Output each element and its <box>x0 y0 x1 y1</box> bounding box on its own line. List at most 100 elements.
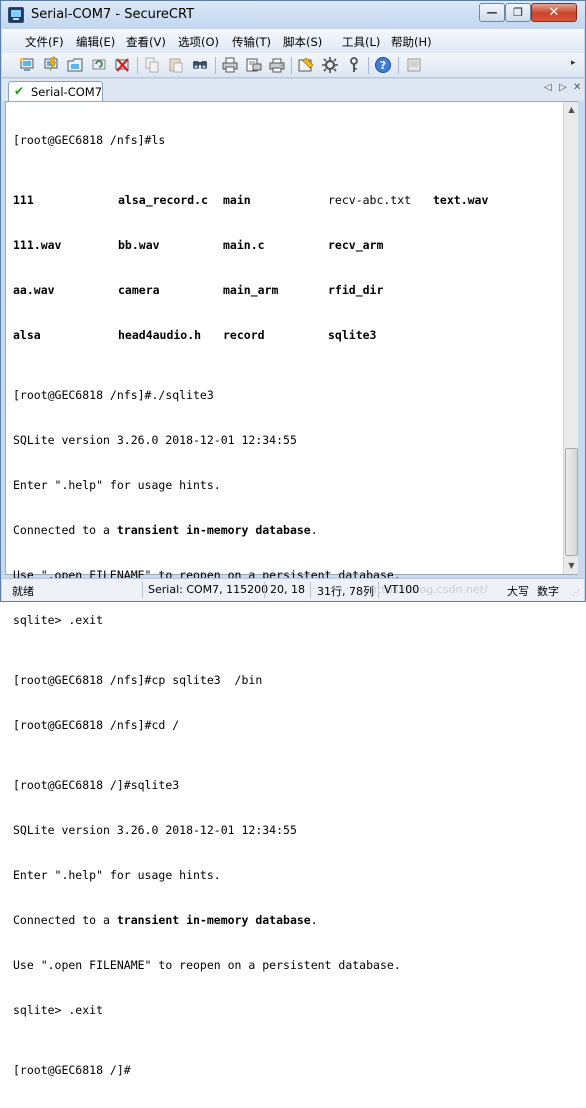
toolbar: ? ▸ <box>2 53 584 78</box>
menu-file[interactable]: 文件(F) <box>25 34 64 50</box>
disconnect-icon[interactable] <box>113 56 131 74</box>
status-bar: 就绪 Serial: COM7, 115200 20, 18 31行, 78列 … <box>2 578 584 601</box>
print-setup-icon[interactable] <box>245 56 263 74</box>
status-size: 31行, 78列 <box>317 585 374 598</box>
print-screen-icon[interactable] <box>268 56 286 74</box>
terminal-line: Connected to a transient in-memory datab… <box>13 523 559 538</box>
terminal-prompt-line[interactable]: [root@GEC6818 /]# <box>13 1063 559 1078</box>
toolbar-separator <box>398 57 399 74</box>
status-caps: 大写 <box>507 585 529 598</box>
terminal-area[interactable]: [root@GEC6818 /nfs]#ls 111 alsa_record.c m… <box>5 101 578 1077</box>
period-text: . <box>310 913 318 927</box>
print-icon[interactable] <box>221 56 239 74</box>
toolbar-separator <box>291 57 292 74</box>
session-options-icon[interactable] <box>297 56 315 74</box>
securecrt-app-icon[interactable] <box>8 7 24 23</box>
ls-entry: text.wav <box>433 193 489 207</box>
sftp-icon[interactable] <box>405 56 423 74</box>
ls-entry: main.c <box>223 238 265 252</box>
keymap-icon[interactable] <box>345 56 363 74</box>
ls-entry: alsa_record.c <box>118 193 209 207</box>
ls-entry: 111 <box>13 193 34 207</box>
terminal-output[interactable]: [root@GEC6818 /nfs]#ls 111 alsa_record.c m… <box>13 103 559 1077</box>
ls-entry: head4audio.h <box>118 328 202 342</box>
ls-entry: aa.wav <box>13 283 55 297</box>
scroll-down-icon[interactable]: ▼ <box>565 558 578 573</box>
terminal-line: sqlite> .exit <box>13 1003 104 1017</box>
minimize-button[interactable]: — <box>479 3 505 22</box>
connected-check-icon: ✔ <box>14 84 25 98</box>
status-state: 就绪 <box>12 585 34 598</box>
find-icon[interactable] <box>191 56 209 74</box>
ls-output-row: 111.wav bb.wav main.c recv_arm <box>13 238 559 253</box>
status-connection: Serial: COM7, 115200 <box>148 583 269 596</box>
terminal-line: [root@GEC6818 /nfs]#cd / <box>13 718 180 732</box>
tab-serial-com7[interactable]: ✔ Serial-COM7 <box>8 81 103 101</box>
toolbar-separator <box>368 57 369 74</box>
menu-transfer[interactable]: 传输(T) <box>232 34 271 50</box>
status-separator <box>310 582 311 598</box>
status-separator <box>264 582 265 598</box>
minimize-icon: — <box>486 6 498 19</box>
help-icon[interactable]: ? <box>374 56 392 74</box>
menu-bar: 文件(F) 编辑(E) 查看(V) 选项(O) 传输(T) 脚本(S) 工具(L… <box>2 29 584 53</box>
menu-edit[interactable]: 编辑(E) <box>76 34 115 50</box>
tab-label: Serial-COM7 <box>31 85 103 99</box>
terminal-line: sqlite> .exit <box>13 613 104 627</box>
tab-next-icon[interactable]: ▷ <box>559 82 567 93</box>
transient-db-text: transient in-memory database <box>116 523 311 537</box>
toolbar-separator <box>137 57 138 74</box>
terminal-line: SQLite version 3.26.0 2018-12-01 12:34:5… <box>13 433 297 447</box>
connected-text: Connected to a <box>13 913 117 927</box>
vertical-scrollbar[interactable]: ▲ ▼ <box>563 102 578 574</box>
copy-icon[interactable] <box>143 56 161 74</box>
terminal-line: Enter ".help" for usage hints. <box>13 868 221 882</box>
maximize-icon: ❐ <box>513 6 523 19</box>
status-cursor: 20, 18 <box>270 583 305 596</box>
terminal-line: [root@GEC6818 /nfs]#./sqlite3 <box>13 388 214 402</box>
resize-grip-icon[interactable]: ⋰ <box>572 588 582 598</box>
ls-entry: recv_arm <box>328 238 384 252</box>
ls-entry: alsa <box>13 328 41 342</box>
terminal-line: Use ".open FILENAME" to reopen on a pers… <box>13 958 401 972</box>
menu-tools[interactable]: 工具(L) <box>342 34 380 50</box>
status-terminal: VT100 <box>384 583 420 596</box>
ls-output-row: 111 alsa_record.c main recv-abc.txt text.wav <box>13 193 559 208</box>
terminal-line: SQLite version 3.26.0 2018-12-01 12:34:5… <box>13 823 297 837</box>
status-num: 数字 <box>537 585 559 598</box>
ls-output-row: aa.wav camera main_arm rfid_dir <box>13 283 559 298</box>
scrollbar-thumb[interactable] <box>565 448 578 556</box>
transient-db-text: transient in-memory database <box>116 913 311 927</box>
title-bar[interactable]: Serial-COM7 - SecureCRT — ❐ ✕ <box>1 1 585 29</box>
tab-close-icon[interactable]: ✕ <box>573 82 581 93</box>
terminal-line: [root@GEC6818 /]#sqlite3 <box>13 778 180 792</box>
maximize-button[interactable]: ❐ <box>505 3 531 22</box>
menu-options[interactable]: 选项(O) <box>178 34 219 50</box>
ls-entry: record <box>223 328 265 342</box>
scroll-up-icon[interactable]: ▲ <box>565 102 578 117</box>
menu-script[interactable]: 脚本(S) <box>283 34 322 50</box>
ls-entry: bb.wav <box>118 238 160 252</box>
ls-output-row: alsa head4audio.h record sqlite3 <box>13 328 559 343</box>
reconnect-icon[interactable] <box>90 56 108 74</box>
close-button[interactable]: ✕ <box>531 3 577 22</box>
terminal-line: Connected to a transient in-memory datab… <box>13 913 559 928</box>
ls-entry: rfid_dir <box>328 283 384 297</box>
window-title: Serial-COM7 - SecureCRT <box>31 7 195 22</box>
connect-icon[interactable] <box>18 56 36 74</box>
tab-prev-icon[interactable]: ◁ <box>544 82 552 93</box>
menu-view[interactable]: 查看(V) <box>126 34 166 50</box>
terminal-line: [root@GEC6818 /nfs]#cp sqlite3 /bin <box>13 673 263 687</box>
ls-entry: main_arm <box>223 283 279 297</box>
ls-entry: sqlite3 <box>328 328 377 342</box>
connect-tab-icon[interactable] <box>66 56 84 74</box>
global-options-icon[interactable] <box>321 56 339 74</box>
quick-connect-icon[interactable] <box>42 56 60 74</box>
period-text: . <box>310 523 318 537</box>
securecrt-window: Serial-COM7 - SecureCRT — ❐ ✕ 文件(F) 编辑(E… <box>0 0 586 1077</box>
session-tab-strip: ✔ Serial-COM7 ◁ ▷ ✕ <box>2 79 584 101</box>
menu-help[interactable]: 帮助(H) <box>391 34 432 50</box>
paste-icon[interactable] <box>167 56 185 74</box>
toolbar-overflow-icon[interactable]: ▸ <box>571 58 579 72</box>
toolbar-separator <box>215 57 216 74</box>
